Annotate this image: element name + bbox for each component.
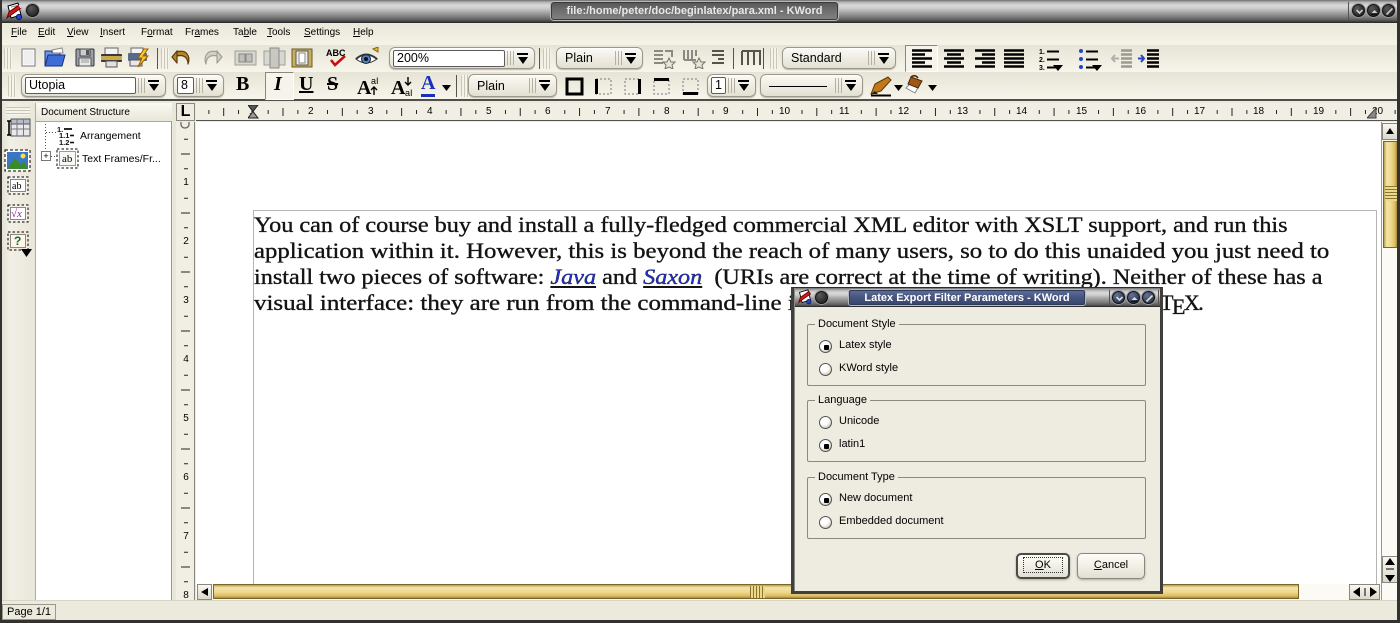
svg-text:aI: aI [405, 88, 413, 98]
svg-text:aI: aI [371, 76, 379, 86]
svg-text:3.: 3. [1039, 65, 1045, 71]
svg-text:ab: ab [12, 181, 21, 192]
svg-text:1.2: 1.2 [59, 138, 69, 145]
svg-text:A: A [357, 77, 372, 98]
svg-text:1.: 1. [1039, 49, 1045, 56]
svg-text:2.: 2. [1039, 57, 1045, 64]
svg-text:√x: √x [11, 208, 22, 220]
svg-text:A: A [391, 77, 406, 98]
svg-text:?: ? [14, 234, 21, 248]
svg-text:ab: ab [62, 153, 73, 165]
